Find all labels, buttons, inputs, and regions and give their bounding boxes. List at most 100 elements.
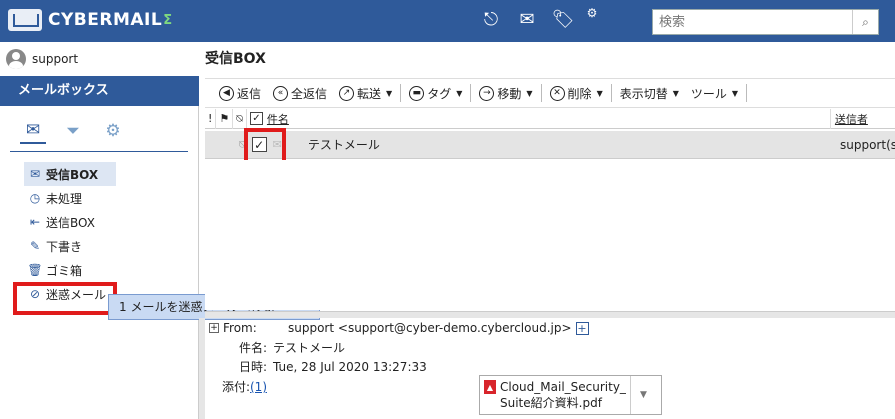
forward-button[interactable]: ↗ 転送 ▼ (333, 82, 398, 104)
checkbox-highlight (244, 128, 286, 164)
row-subject: テストメール (307, 138, 380, 152)
from-row: + From: support <support@cyber-demo.cybe… (209, 321, 589, 335)
outbox-icon: ⇤ (29, 215, 41, 229)
row-sender: support(su (840, 137, 895, 152)
top-bar: CYBERMAIL Σ ⎋ ✉ 🏷 ⚙ ⌕ (0, 0, 895, 42)
delete-label: 削除 (567, 86, 592, 101)
view-switch-button[interactable]: 表示切替 ▼ (614, 82, 685, 104)
chevron-down-icon: ▼ (456, 88, 463, 98)
sidebar: ✉ ⏷ ⚙ ✉ 受信BOX ◷ 未処理 ⇤ 送信BOX ✎ 下書き 🗑 ゴミ箱 … (0, 106, 199, 419)
page-title: 受信BOX (205, 51, 266, 67)
user-info: support (0, 42, 199, 76)
column-sender[interactable]: 送信者 (831, 111, 868, 127)
folder-drafts[interactable]: ✎ 下書き (24, 234, 116, 258)
from-value: support <support@cyber-demo.cybercloud.j… (288, 321, 572, 335)
pdf-icon: ▲ (484, 380, 496, 394)
mail-icon[interactable]: ✉ (514, 6, 540, 32)
tag-icon[interactable]: 🏷 (550, 6, 576, 32)
expand-icon[interactable]: + (209, 323, 219, 333)
sidebar-tabs: ✉ ⏷ ⚙ (10, 118, 188, 152)
attachment-count-link[interactable]: (1) (250, 380, 267, 394)
folder-label: 下書き (46, 239, 83, 254)
logo-sigma: Σ (163, 12, 173, 28)
list-body (205, 160, 895, 310)
folder-label: 受信BOX (46, 167, 99, 182)
tag-label: タグ (427, 86, 452, 101)
toolbar-separator (540, 84, 542, 102)
flag-column-icon[interactable]: ⚑ (216, 108, 234, 129)
search-icon[interactable]: ⌕ (852, 10, 878, 34)
folder-unprocessed[interactable]: ◷ 未処理 (24, 186, 116, 210)
table-row[interactable]: ⍉ ✓ ✉ テストメール support(su (205, 131, 895, 159)
tag-button[interactable]: ▬ タグ ▼ (403, 82, 468, 104)
toolbar-separator (470, 84, 472, 102)
logo-mail-icon (8, 9, 42, 31)
attachment-label-group: 添付:(1) (205, 378, 273, 395)
inbox-icon: ✉ (29, 167, 41, 181)
folder-trash[interactable]: 🗑 ゴミ箱 (24, 258, 116, 282)
pane-splitter[interactable] (205, 311, 895, 318)
message-preview: + From: support <support@cyber-demo.cybe… (205, 318, 895, 419)
tag-icon: ▬ (409, 85, 425, 101)
folder-label: ゴミ箱 (46, 263, 83, 278)
clock-icon: ◷ (29, 191, 41, 205)
reply-label: 返信 (237, 86, 262, 101)
select-all-checkbox[interactable]: ✓ (249, 112, 263, 125)
avatar[interactable] (6, 49, 26, 69)
spam-folder-highlight (13, 282, 117, 315)
chevron-down-icon[interactable]: ▼ (630, 376, 656, 414)
sidebar-title: メールボックス (0, 76, 199, 106)
from-label: From: (223, 321, 257, 335)
forward-icon: ↗ (339, 85, 355, 101)
search-input[interactable] (653, 10, 852, 34)
chevron-down-icon: ▼ (672, 88, 679, 98)
move-label: 移動 (497, 86, 522, 101)
logout-icon[interactable]: ⎋ (478, 6, 504, 32)
filter-tab-icon[interactable]: ⏷ (60, 118, 86, 144)
chevron-down-icon: ▼ (731, 88, 739, 98)
column-subject[interactable]: 件名 (267, 111, 827, 127)
date-label: 日時: (238, 360, 267, 374)
date-value: Tue, 28 Jul 2020 13:27:33 (273, 359, 427, 374)
reply-all-button[interactable]: «全返信 (267, 82, 333, 104)
subject-value: テストメール (273, 341, 346, 355)
folder-inbox[interactable]: ✉ 受信BOX (24, 162, 116, 186)
date-row: 日時: Tue, 28 Jul 2020 13:27:33 (205, 358, 427, 375)
search-box: ⌕ (652, 9, 879, 35)
toolbar-separator (610, 84, 612, 102)
subject-label: 件名: (238, 341, 267, 355)
attachment-label: 添付: (221, 380, 250, 394)
move-icon: → (479, 85, 495, 101)
attachment-file[interactable]: ▲ Cloud_Mail_Security_Suite紹介資料.pdf ▼ (479, 375, 662, 415)
folder-label: 未処理 (46, 191, 83, 206)
move-button[interactable]: → 移動 ▼ (473, 82, 538, 104)
delete-icon: ✕ (549, 85, 565, 101)
attachment-name: Cloud_Mail_Security_Suite紹介資料.pdf (500, 380, 626, 410)
chevron-down-icon: ▼ (596, 88, 603, 98)
select-all: ✓ 件名 (247, 108, 831, 129)
tools-button[interactable]: ツール ▼ (685, 82, 744, 104)
settings-icon[interactable]: ⚙ (586, 6, 598, 32)
folder-label: 送信BOX (46, 215, 95, 230)
toolbar-separator (746, 84, 748, 102)
mailbox-tab-icon[interactable]: ✉ (20, 118, 46, 144)
forward-label: 転送 (357, 86, 382, 101)
attachment-row: 添付:(1) (205, 378, 273, 395)
attachment-column-icon[interactable]: ⍉ (233, 108, 247, 129)
settings-tab-icon[interactable]: ⚙ (100, 118, 126, 144)
reply-button[interactable]: ◀ 返信 (213, 82, 267, 104)
user-name: support (32, 52, 79, 66)
add-contact-icon[interactable]: + (575, 321, 589, 335)
column-priority[interactable]: ! (205, 108, 217, 129)
toolbar-separator (400, 84, 402, 102)
draft-icon: ✎ (29, 239, 41, 253)
delete-button[interactable]: ✕ 削除 ▼ (544, 82, 609, 104)
chevron-down-icon: ▼ (386, 88, 393, 98)
app-logo[interactable]: CYBERMAIL Σ (8, 9, 172, 31)
subject-row: 件名: テストメール (205, 339, 345, 356)
list-header: ! ⚑ ⍉ ✓ 件名 送信者 (205, 108, 895, 129)
logo-text: CYBERMAIL (48, 10, 163, 30)
chevron-down-icon: ▼ (526, 88, 533, 98)
folder-outbox[interactable]: ⇤ 送信BOX (24, 210, 116, 234)
reply-icon: ◀ (219, 85, 234, 101)
